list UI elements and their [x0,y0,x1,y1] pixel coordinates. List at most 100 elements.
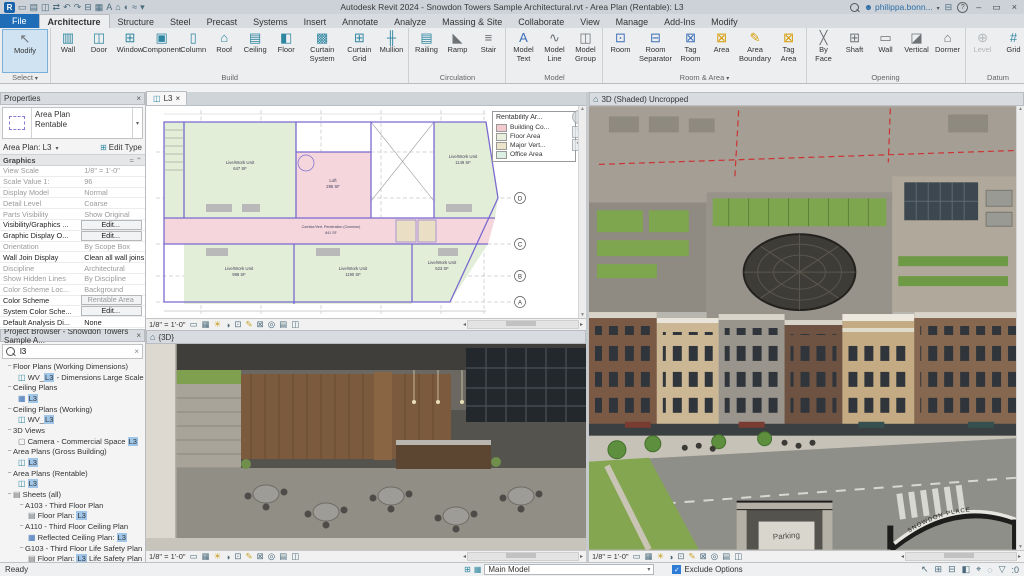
room-button[interactable]: ⊡ Room [605,29,635,73]
sun-path-icon[interactable]: ☀ [214,551,222,562]
railing-button[interactable]: ▤ Railing [411,29,441,73]
crop-view-icon[interactable]: ⊡ [234,319,241,330]
property-row[interactable]: Graphic Display O... Edit... [0,230,145,242]
tree-item-ceiling-l3[interactable]: ▦ L3 [0,393,145,404]
tree-item-floor-plans-working[interactable]: − Floor Plans (Working Dimensions) [0,361,145,372]
property-row[interactable]: Detail Level Coarse [0,198,145,210]
tab-structure[interactable]: Structure [110,15,163,28]
level-button[interactable]: ⊕ Level [968,29,998,73]
qat-icon[interactable]: A [106,2,112,13]
qat-icon[interactable]: ≈ [132,2,137,13]
tree-item-g103[interactable]: − G103 - Third Floor Life Safety Plan [0,543,145,554]
qat-icon[interactable]: ⇄ [53,2,61,13]
temporary-isolate-icon[interactable]: ◎ [268,551,275,562]
area-plan-view[interactable]: E D C B A Live/Work Unit647 SF Live/Work… [146,106,586,318]
tab-architecture[interactable]: Architecture [38,14,110,28]
tree-item-gross-l3[interactable]: ◫ L3 [0,457,145,468]
section-graphics[interactable]: Graphics ≈ ⌃ [0,154,145,166]
edit-button[interactable]: Edit... [81,306,142,317]
wall-button[interactable]: ▥ Wall [53,29,83,73]
property-row[interactable]: Parts Visibility Show Original [0,209,145,220]
tree-item-a110[interactable]: − A110 - Third Floor Ceiling Plan [0,521,145,532]
vertical-opening-button[interactable]: ◪ Vertical [902,29,932,73]
active-workset-select[interactable]: Main Model ▾ [484,564,655,575]
qat-icon[interactable]: ▭ [18,2,27,13]
tab-file[interactable]: File [0,14,39,28]
hide-crop-icon[interactable]: ⊠ [700,551,707,562]
detail-level-icon[interactable]: ▦ [202,551,210,562]
tab-massing-site[interactable]: Massing & Site [434,15,510,28]
color-scheme-legend[interactable]: Rentability Ar... Building Co... Floor A… [492,111,576,162]
annotation-crop-icon[interactable]: ✎ [246,319,253,330]
door-button[interactable]: ◫ Door [84,29,114,73]
qat-icon[interactable]: ⌂ [115,2,120,13]
right-view-header[interactable]: 3D (Shaded) Uncropped [589,92,1024,106]
mullion-button[interactable]: ╫ Mullion [376,29,406,73]
remove-from-selection-icon[interactable]: ⊟ [948,564,956,575]
qat-icon[interactable]: ▤ [30,2,39,13]
worksets-icon[interactable]: ⊞ [464,565,471,574]
type-selector[interactable]: Area Plan Rentable ▾ [2,107,143,139]
close-tab-icon[interactable]: × [175,94,180,103]
tree-item-wv-l3-dims[interactable]: ◫ WV_L3 - Dimensions Large Scale [0,372,145,383]
revit-logo-icon[interactable]: R [4,1,15,13]
visual-style-icon[interactable]: ▭ [190,319,198,330]
right-horizontal-scrollbar[interactable]: ◂ ▸ [901,552,1021,561]
tab-collaborate[interactable]: Collaborate [510,15,572,28]
exterior-3d-view[interactable]: Parking SNOWDON PLACE ▲ ▼ [589,106,1024,550]
modify-button[interactable]: ↖ Modify [2,29,48,73]
property-row[interactable]: Orientation By Scope Box [0,241,145,253]
interior-3d-view[interactable] [146,344,586,550]
minimize-button[interactable]: – [973,2,984,12]
tab-insert[interactable]: Insert [296,15,335,28]
tree-item-camera-commercial[interactable]: ▢ Camera - Commercial Space L3 [0,436,145,447]
property-row[interactable]: Color Scheme Rentable Area [0,295,145,307]
wall-opening-button[interactable]: ▭ Wall [871,29,901,73]
detail-level-icon[interactable]: ▦ [202,319,210,330]
shaft-button[interactable]: ⊞ Shaft [840,29,870,73]
clear-search-icon[interactable]: × [134,347,139,356]
view-tab-l3[interactable]: ◫ L3 × [146,91,188,105]
search-input[interactable] [18,346,132,357]
annotation-crop-icon[interactable]: ✎ [689,551,696,562]
temporary-isolate-icon[interactable]: ◎ [711,551,718,562]
interior-view-header[interactable]: {3D} [146,330,586,344]
search-icon[interactable] [850,2,860,12]
select-arrow-icon[interactable]: ↖ [921,564,929,575]
qat-icon[interactable]: ↷ [74,2,82,13]
model-text-button[interactable]: A Model Text [508,29,538,73]
crop-view-icon[interactable]: ⊡ [234,551,241,562]
roof-button[interactable]: ⌂ Roof [209,29,239,73]
project-browser-header[interactable]: Project Browser - Snowdon Towers Sample … [0,329,145,345]
close-icon[interactable]: × [136,94,141,103]
shadows-icon[interactable]: ◑ [225,552,230,562]
account-menu[interactable]: ☻ philippa.bonn... [864,2,940,12]
window-button[interactable]: ⊞ Window [115,29,145,73]
worksharing-display-icon[interactable]: ◫ [291,551,299,562]
reveal-hidden-icon[interactable]: ▤ [722,551,730,562]
tree-item-a110-rcp[interactable]: ▦ Reflected Ceiling Plan: L3 [0,532,145,543]
qat-icon[interactable]: ◫ [41,2,50,13]
tag-area-button[interactable]: ⊠ Tag Area [774,29,804,73]
qat-icon[interactable]: ◐ [124,2,129,13]
tree-item-g103-life-safety[interactable]: ▤ Floor Plan: L3 Life Safety Plan [0,553,145,562]
sun-path-icon[interactable]: ☀ [657,551,665,562]
right-vertical-scrollbar[interactable]: ▲ ▼ [1016,106,1024,550]
tab-steel[interactable]: Steel [162,15,199,28]
curtain-grid-button[interactable]: ⊞ Curtain Grid [343,29,375,73]
tree-item-ceiling-plans[interactable]: − Ceiling Plans [0,382,145,393]
visual-style-icon[interactable]: ▭ [190,551,198,562]
component-button[interactable]: ▣ Component [142,29,181,73]
crop-view-icon[interactable]: ⊡ [677,551,684,562]
edit-type-button[interactable]: ⊞ Edit Type [100,143,142,152]
scale-label[interactable]: 1/8" = 1'-0" [149,552,186,561]
area-boundary-button[interactable]: ✎ Area Boundary [738,29,773,73]
checkbox-checked-icon[interactable] [672,565,682,574]
panel-label-room-area[interactable]: Room & Area [605,73,803,83]
chevron-down-icon[interactable]: ▾ [132,108,142,138]
reveal-hidden-icon[interactable]: ▤ [279,551,287,562]
stair-button[interactable]: ≡ Stair [473,29,503,73]
tab-precast[interactable]: Precast [199,15,246,28]
worksharing-display-icon[interactable]: ◫ [734,551,742,562]
plan-horizontal-scrollbar[interactable]: ◂ ▸ [463,320,583,329]
